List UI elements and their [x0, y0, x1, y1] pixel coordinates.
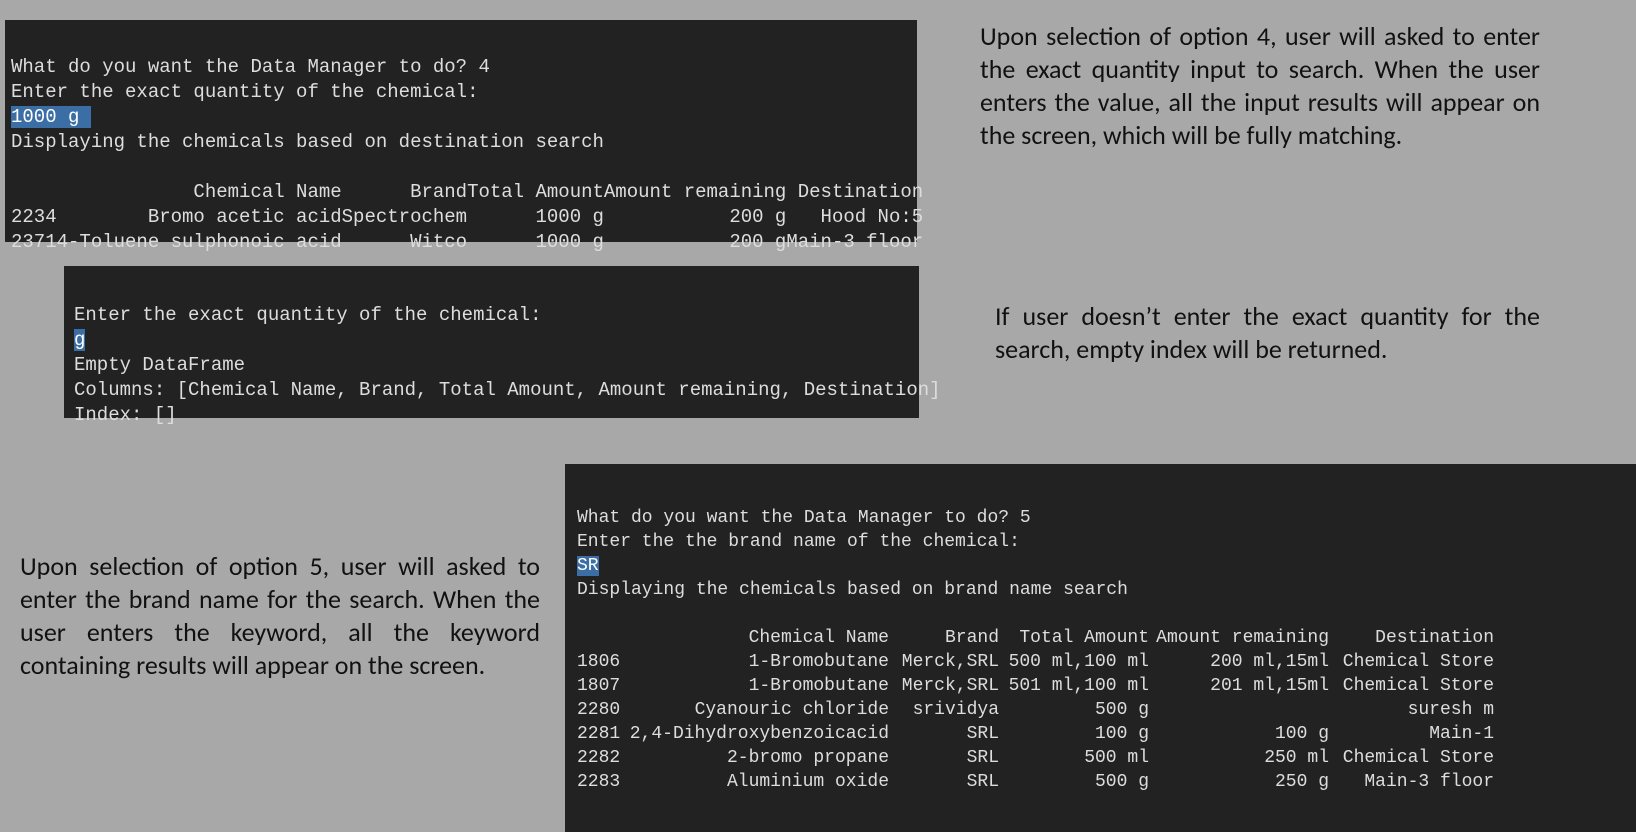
t1-h-dest: Destination — [786, 180, 923, 205]
t1-table: Chemical NameBrandTotal AmountAmount rem… — [11, 180, 923, 255]
t2-index-line: Index: [] — [74, 404, 177, 426]
t1-header-row: Chemical NameBrandTotal AmountAmount rem… — [11, 180, 923, 205]
t2-columns-line: Columns: [Chemical Name, Brand, Total Am… — [74, 379, 941, 401]
t2-enter-line: Enter the exact quantity of the chemical… — [74, 304, 541, 326]
t3-r1-brand: Merck,SRL — [889, 674, 999, 698]
t1-h-cname: Chemical Name — [57, 180, 342, 205]
t3-enter-line: Enter the the brand name of the chemical… — [577, 532, 1020, 552]
t1-h-idx — [11, 180, 57, 205]
t3-r2-cname: Cyanouric chloride — [627, 698, 889, 722]
t3-r5-dest: Main-3 floor — [1329, 770, 1494, 794]
t1-h-total: Total Amount — [467, 180, 604, 205]
table-row: 2283Aluminium oxideSRL500 g250 gMain-3 f… — [577, 770, 1494, 794]
table-row: 2234Bromo acetic acidSpectrochem1000 g20… — [11, 205, 923, 230]
t1-r1-remain: 200 g — [604, 230, 786, 255]
table-row: 18071-BromobutaneMerck,SRL501 ml,100 ml2… — [577, 674, 1494, 698]
t3-r2-remain — [1149, 698, 1329, 722]
t3-r3-brand: SRL — [889, 722, 999, 746]
caption-option-5: Upon selection of option 5, user will as… — [20, 550, 540, 682]
t2-empty-line: Empty DataFrame — [74, 354, 245, 376]
t1-r1-cname: 4-Toluene sulphonoic acid — [57, 230, 342, 255]
t1-input-value: 1000 g — [11, 106, 91, 128]
t3-r0-dest: Chemical Store — [1329, 650, 1494, 674]
t3-r4-remain: 250 ml — [1149, 746, 1329, 770]
t1-r0-total: 1000 g — [467, 205, 604, 230]
t3-h-dest: Destination — [1329, 626, 1494, 650]
t1-h-brand: Brand — [342, 180, 467, 205]
t3-r3-dest: Main-1 — [1329, 722, 1494, 746]
t1-r0-dest: Hood No:5 — [786, 205, 923, 230]
t3-r0-total: 500 ml,100 ml — [999, 650, 1149, 674]
caption-empty-index: If user doesn’t enter the exact quantity… — [995, 300, 1540, 366]
t3-r3-total: 100 g — [999, 722, 1149, 746]
t3-h-total: Total Amount — [999, 626, 1149, 650]
t3-r4-idx: 2282 — [577, 746, 627, 770]
t3-r3-cname: 2,4-Dihydroxybenzoicacid — [627, 722, 889, 746]
t1-r0-brand: Spectrochem — [342, 205, 467, 230]
t3-prompt-line: What do you want the Data Manager to do?… — [577, 508, 1031, 528]
t1-h-remain: Amount remaining — [604, 180, 786, 205]
t3-r0-remain: 200 ml,15ml — [1149, 650, 1329, 674]
t3-r1-idx: 1807 — [577, 674, 627, 698]
t3-input-value: SR — [577, 556, 599, 576]
t3-r2-dest: suresh m — [1329, 698, 1494, 722]
t3-r1-dest: Chemical Store — [1329, 674, 1494, 698]
t2-input-value: g — [74, 329, 85, 351]
t3-r5-brand: SRL — [889, 770, 999, 794]
caption-option-4: Upon selection of option 4, user will as… — [980, 20, 1540, 152]
t3-r3-remain: 100 g — [1149, 722, 1329, 746]
t1-r1-dest: Main-3 floor — [786, 230, 923, 255]
t3-r0-idx: 1806 — [577, 650, 627, 674]
t1-r1-idx: 2371 — [11, 230, 57, 255]
t1-r0-idx: 2234 — [11, 205, 57, 230]
t3-display-line: Displaying the chemicals based on brand … — [577, 580, 1128, 600]
table-row: 22812,4-DihydroxybenzoicacidSRL100 g100 … — [577, 722, 1494, 746]
t1-display-line: Displaying the chemicals based on destin… — [11, 131, 604, 153]
table-row: 18061-BromobutaneMerck,SRL500 ml,100 ml2… — [577, 650, 1494, 674]
t3-r3-idx: 2281 — [577, 722, 627, 746]
t3-r2-total: 500 g — [999, 698, 1149, 722]
t3-h-cname: Chemical Name — [627, 626, 889, 650]
t1-r1-brand: Witco — [342, 230, 467, 255]
t3-r5-cname: Aluminium oxide — [627, 770, 889, 794]
t1-prompt-line: What do you want the Data Manager to do?… — [11, 56, 490, 78]
t3-h-remain: Amount remaining — [1149, 626, 1329, 650]
t3-r0-cname: 1-Bromobutane — [627, 650, 889, 674]
table-row: 23714-Toluene sulphonoic acidWitco1000 g… — [11, 230, 923, 255]
t3-h-idx — [577, 626, 627, 650]
t3-r1-cname: 1-Bromobutane — [627, 674, 889, 698]
terminal-1: What do you want the Data Manager to do?… — [5, 20, 917, 242]
t3-r4-dest: Chemical Store — [1329, 746, 1494, 770]
t1-r0-cname: Bromo acetic acid — [57, 205, 342, 230]
t1-r1-total: 1000 g — [467, 230, 604, 255]
t3-r5-total: 500 g — [999, 770, 1149, 794]
t3-r4-total: 500 ml — [999, 746, 1149, 770]
t3-table: Chemical NameBrandTotal AmountAmount rem… — [577, 626, 1494, 794]
t3-r1-total: 501 ml,100 ml — [999, 674, 1149, 698]
t3-header-row: Chemical NameBrandTotal AmountAmount rem… — [577, 626, 1494, 650]
t3-r5-remain: 250 g — [1149, 770, 1329, 794]
t3-h-brand: Brand — [889, 626, 999, 650]
t3-r4-brand: SRL — [889, 746, 999, 770]
table-row: 22822-bromo propaneSRL500 ml250 mlChemic… — [577, 746, 1494, 770]
t3-r4-cname: 2-bromo propane — [627, 746, 889, 770]
t3-r0-brand: Merck,SRL — [889, 650, 999, 674]
t1-enter-line: Enter the exact quantity of the chemical… — [11, 81, 478, 103]
t3-r2-brand: srividya — [889, 698, 999, 722]
terminal-2: Enter the exact quantity of the chemical… — [64, 266, 919, 418]
terminal-3: What do you want the Data Manager to do?… — [565, 464, 1636, 832]
t3-r5-idx: 2283 — [577, 770, 627, 794]
t3-r1-remain: 201 ml,15ml — [1149, 674, 1329, 698]
t1-r0-remain: 200 g — [604, 205, 786, 230]
table-row: 2280Cyanouric chloridesrividya500 g sures… — [577, 698, 1494, 722]
t3-r2-idx: 2280 — [577, 698, 627, 722]
